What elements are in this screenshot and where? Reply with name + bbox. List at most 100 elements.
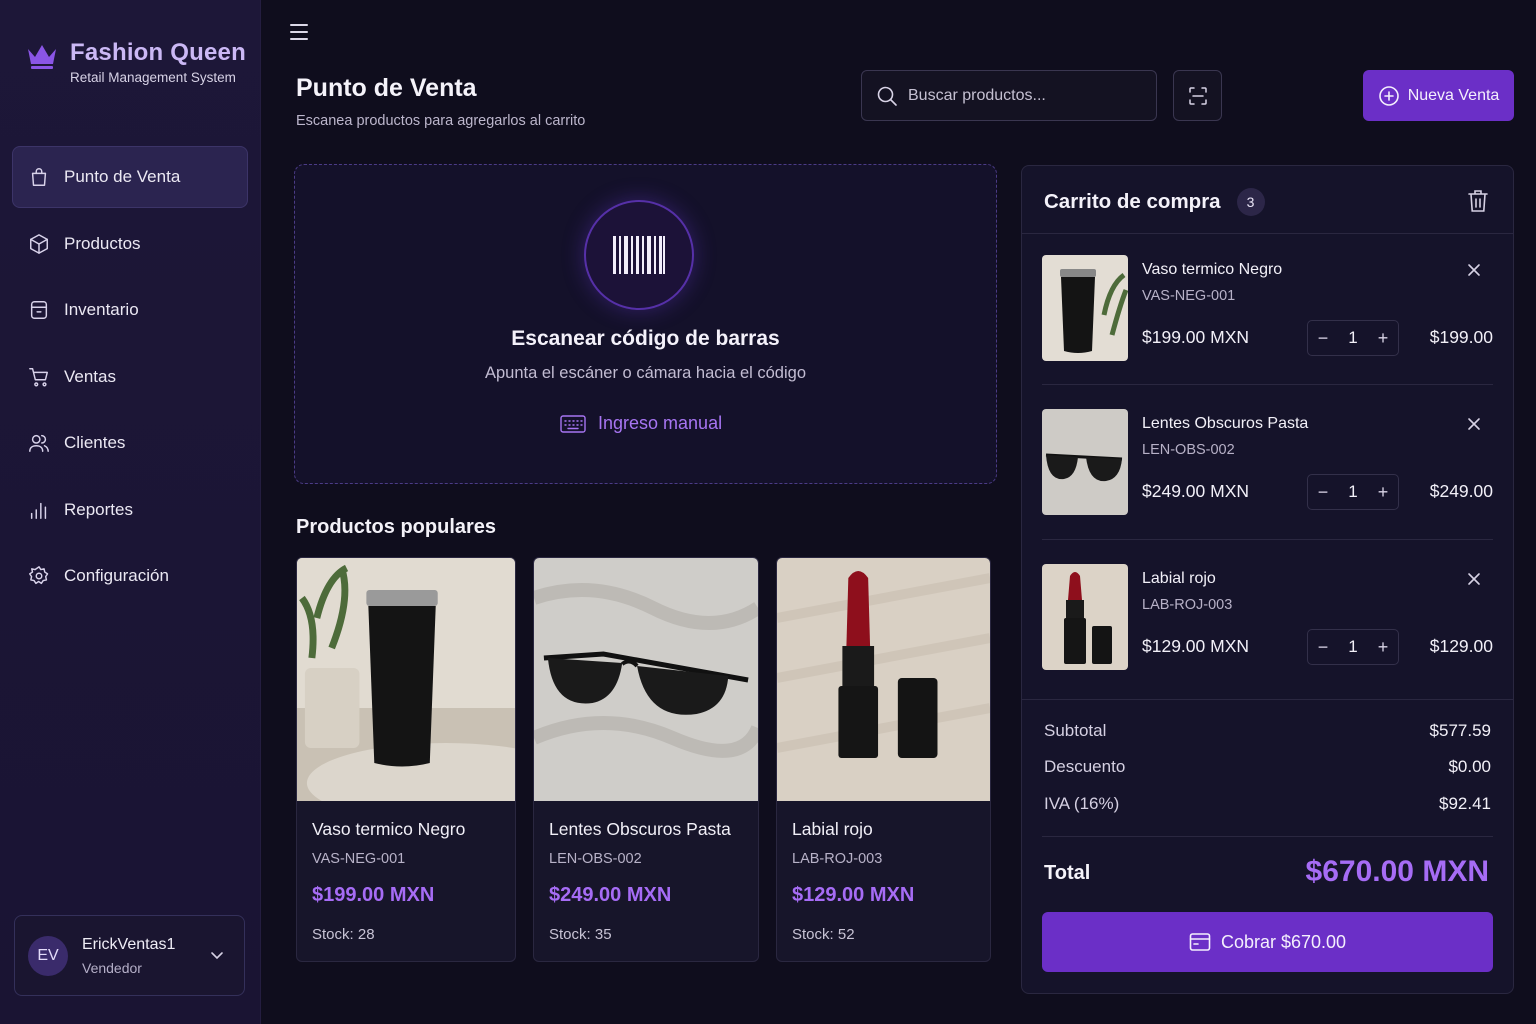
sidebar-nav: Punto de Venta Productos Inventario Vent… (12, 146, 248, 612)
user-name: ErickVentas1 (82, 935, 176, 953)
sidebar-item-label: Productos (64, 233, 141, 253)
cart-item-sku: LAB-ROJ-003 (1142, 597, 1233, 613)
close-icon[interactable] (1467, 572, 1481, 586)
crown-icon (28, 45, 56, 69)
scan-icon (1188, 86, 1207, 105)
cart-icon (27, 365, 51, 389)
cart-item: Labial rojo LAB-ROJ-003 $129.00 MXN − 1 … (1042, 564, 1493, 676)
sidebar-item-productos[interactable]: Productos (12, 213, 248, 275)
checkout-button[interactable]: Cobrar $670.00 (1042, 912, 1493, 972)
sidebar-item-label: Ventas (64, 366, 116, 386)
close-icon[interactable] (1467, 417, 1481, 431)
cart-item-name: Vaso termico Negro (1142, 261, 1283, 278)
keyboard-icon (560, 414, 586, 433)
cart-item-total: $129.00 (1429, 636, 1493, 656)
cart-title: Carrito de compra (1044, 190, 1221, 213)
trash-icon[interactable] (1467, 188, 1489, 214)
tumbler-image (297, 558, 515, 823)
users-icon (27, 431, 51, 455)
increment-button[interactable]: + (1368, 482, 1398, 503)
cart-item-total: $249.00 (1429, 481, 1493, 501)
brand-title: Fashion Queen (70, 39, 246, 66)
user-menu[interactable]: EV ErickVentas1 Vendedor (14, 915, 245, 996)
plus-circle-icon (1378, 85, 1399, 106)
increment-button[interactable]: + (1368, 328, 1398, 349)
manual-entry-link[interactable]: Ingreso manual (560, 413, 722, 434)
bar-chart-icon (27, 498, 51, 522)
sidebar-item-inventario[interactable]: Inventario (12, 279, 248, 341)
divider (1022, 233, 1513, 234)
sidebar-item-punto-de-venta[interactable]: Punto de Venta (12, 146, 248, 208)
page-subtitle: Escanea productos para agregarlos al car… (296, 113, 586, 129)
quantity-value: 1 (1348, 328, 1358, 347)
product-price: $249.00 MXN (549, 884, 672, 906)
increment-button[interactable]: + (1368, 637, 1398, 658)
lipstick-image (777, 558, 990, 801)
quantity-stepper: − 1 + (1307, 474, 1399, 510)
checkout-label: Cobrar $670.00 (1220, 931, 1347, 952)
cart-item-price: $129.00 MXN (1142, 636, 1250, 656)
sidebar-item-configuracion[interactable]: Configuración (12, 545, 248, 607)
manual-entry-label: Ingreso manual (598, 413, 723, 433)
total-value: $670.00 MXN (1305, 855, 1489, 888)
scan-subtitle: Apunta el escáner o cámara hacia el códi… (484, 364, 807, 382)
decrement-button[interactable]: − (1308, 328, 1338, 349)
divider (1042, 836, 1493, 837)
divider (1042, 384, 1493, 385)
product-name: Labial rojo (792, 819, 873, 839)
sidebar-item-label: Clientes (64, 433, 126, 452)
quantity-value: 1 (1348, 482, 1358, 501)
page-title: Punto de Venta (296, 74, 477, 102)
decrement-button[interactable]: − (1308, 637, 1338, 658)
popular-products-title: Productos populares (296, 516, 497, 538)
new-sale-button[interactable]: Nueva Venta (1363, 70, 1514, 121)
close-icon[interactable] (1467, 263, 1481, 277)
menu-icon[interactable] (290, 24, 308, 40)
sidebar-item-ventas[interactable]: Ventas (12, 346, 248, 408)
sunglasses-image (534, 558, 758, 801)
discount-value: $0.00 (1448, 757, 1491, 776)
product-stock: Stock: 52 (792, 926, 855, 943)
discount-row: Descuento $0.00 (1044, 757, 1491, 777)
new-sale-label: Nueva Venta (1407, 86, 1500, 104)
product-card[interactable]: Labial rojo LAB-ROJ-003 $129.00 MXN Stoc… (776, 557, 991, 962)
shopping-cart: Carrito de compra 3 Vaso termico Negro V… (1021, 165, 1514, 994)
chevron-down-icon (211, 952, 223, 960)
quantity-stepper: − 1 + (1307, 320, 1399, 356)
brand: Fashion Queen Retail Management System (26, 38, 246, 85)
decrement-button[interactable]: − (1308, 482, 1338, 503)
quantity-value: 1 (1348, 637, 1358, 656)
product-sku: VAS-NEG-001 (312, 851, 406, 867)
user-role: Vendedor (82, 959, 142, 976)
product-card[interactable]: Vaso termico Negro VAS-NEG-001 $199.00 M… (296, 557, 516, 962)
cart-header: Carrito de compra 3 (1044, 188, 1265, 216)
cart-item-sku: VAS-NEG-001 (1142, 288, 1236, 304)
tax-value: $92.41 (1439, 794, 1491, 813)
barcode-scan-zone[interactable]: Escanear código de barras Apunta el escá… (294, 164, 997, 484)
sidebar-item-clientes[interactable]: Clientes (12, 412, 248, 474)
avatar: EV (28, 935, 68, 976)
cart-item-name: Lentes Obscuros Pasta (1142, 415, 1309, 432)
archive-icon (27, 298, 51, 322)
sunglasses-thumbnail (1042, 409, 1128, 515)
quantity-stepper: − 1 + (1307, 629, 1399, 665)
product-price: $199.00 MXN (312, 884, 435, 906)
tax-label: IVA (16%) (1044, 794, 1120, 813)
product-sku: LAB-ROJ-003 (792, 851, 883, 867)
search-box (861, 70, 1157, 121)
cart-item-price: $249.00 MXN (1142, 481, 1250, 501)
sidebar-item-reportes[interactable]: Reportes (12, 479, 248, 541)
sidebar-item-label: Configuración (64, 566, 169, 585)
cart-item-sku: LEN-OBS-002 (1142, 442, 1235, 458)
divider (1042, 539, 1493, 540)
subtotal-label: Subtotal (1044, 721, 1107, 740)
cart-item-name: Labial rojo (1142, 570, 1216, 587)
search-input[interactable] (908, 86, 1128, 105)
product-price: $129.00 MXN (792, 884, 915, 906)
barcode-icon (584, 200, 694, 310)
product-card[interactable]: Lentes Obscuros Pasta LEN-OBS-002 $249.0… (533, 557, 759, 962)
product-stock: Stock: 28 (312, 926, 375, 943)
wallet-icon (1189, 933, 1211, 951)
sidebar-item-label: Inventario (64, 300, 139, 319)
scan-button[interactable] (1173, 70, 1222, 121)
